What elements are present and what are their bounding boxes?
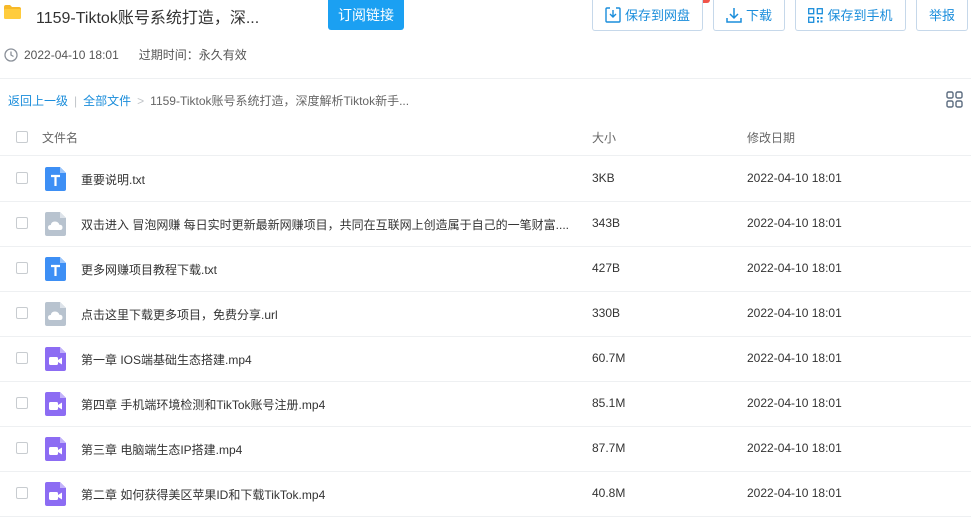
- row-checkbox[interactable]: [16, 397, 28, 409]
- file-name[interactable]: 第四章 手机端环境检测和TikTok账号注册.mp4: [81, 396, 325, 413]
- save-to-cloud-icon: [605, 7, 621, 23]
- row-checkbox[interactable]: [16, 487, 28, 499]
- select-all-checkbox[interactable]: [16, 131, 28, 143]
- breadcrumb-current: 1159-Tiktok账号系统打造，深度解析Tiktok新手...: [150, 94, 410, 108]
- file-size: 427B: [592, 261, 621, 275]
- row-checkbox[interactable]: [16, 442, 28, 454]
- row-checkbox[interactable]: [16, 262, 28, 274]
- file-size: 40.8M: [592, 486, 626, 500]
- file-modified: 2022-04-10 18:01: [747, 441, 842, 455]
- save-to-cloud-button[interactable]: 保存到网盘: [592, 0, 703, 31]
- video-file-icon: [45, 347, 66, 371]
- save-to-phone-button[interactable]: 保存到手机: [795, 0, 906, 31]
- save-to-phone-label: 保存到手机: [827, 7, 893, 23]
- table-row[interactable]: 双击进入 冒泡网赚 每日实时更新最新网赚项目，共同在互联网上创造属于自己的一笔财…: [0, 201, 971, 247]
- file-name[interactable]: 第一章 IOS端基础生态搭建.mp4: [81, 351, 252, 368]
- report-label: 举报: [928, 7, 955, 23]
- grid-view-icon[interactable]: [946, 91, 963, 108]
- page-title: 1159-Tiktok账号系统打造，深...: [36, 10, 260, 27]
- file-size: 343B: [592, 216, 621, 230]
- back-link[interactable]: 返回上一级: [8, 92, 68, 109]
- file-modified: 2022-04-10 18:01: [747, 351, 842, 365]
- header-divider: [0, 78, 971, 79]
- file-size: 3KB: [592, 171, 615, 185]
- save-to-cloud-label: 保存到网盘: [624, 7, 690, 23]
- file-name[interactable]: 第二章 如何获得美区苹果ID和下载TikTok.mp4: [81, 486, 325, 503]
- folder-icon: [4, 5, 21, 19]
- row-checkbox[interactable]: [16, 352, 28, 364]
- video-file-icon: [45, 392, 66, 416]
- table-row[interactable]: 更多网赚项目教程下载.txt 427B 2022-04-10 18:01: [0, 246, 971, 292]
- file-size: 60.7M: [592, 351, 626, 365]
- column-modified[interactable]: 修改日期: [747, 129, 795, 146]
- file-name[interactable]: 点击这里下载更多项目，免费分享.url: [81, 306, 278, 323]
- all-files-link[interactable]: 全部文件: [83, 92, 131, 109]
- text-file-icon: [45, 167, 66, 191]
- file-name[interactable]: 第三章 电脑端生态IP搭建.mp4: [81, 441, 242, 458]
- download-icon: [726, 8, 742, 23]
- table-row[interactable]: 第四章 手机端环境检测和TikTok账号注册.mp4 85.1M 2022-04-1…: [0, 381, 971, 427]
- share-time: 2022-04-10 18:01: [24, 47, 119, 62]
- file-table-header: 文件名 大小 修改日期: [0, 118, 971, 156]
- clock-icon: [4, 47, 18, 62]
- row-checkbox[interactable]: [16, 217, 28, 229]
- table-row[interactable]: 第一章 IOS端基础生态搭建.mp4 60.7M 2022-04-10 18:01: [0, 336, 971, 382]
- file-name[interactable]: 双击进入 冒泡网赚 每日实时更新最新网赚项目，共同在互联网上创造属于自己的一笔财…: [81, 216, 569, 233]
- download-button[interactable]: 下载: [713, 0, 785, 31]
- breadcrumb-separator: >: [137, 93, 145, 108]
- table-row[interactable]: 第二章 如何获得美区苹果ID和下载TikTok.mp4 40.8M 2022-04-…: [0, 471, 971, 517]
- link-file-icon: [45, 212, 66, 236]
- breadcrumb: 返回上一级 | 全部文件 > 1159-Tiktok账号系统打造，深度解析Tik…: [8, 92, 409, 109]
- file-modified: 2022-04-10 18:01: [747, 171, 842, 185]
- breadcrumb-separator: |: [74, 93, 78, 108]
- file-size: 87.7M: [592, 441, 626, 455]
- row-checkbox[interactable]: [16, 307, 28, 319]
- file-modified: 2022-04-10 18:01: [747, 486, 842, 500]
- file-modified: 2022-04-10 18:01: [747, 261, 842, 275]
- video-file-icon: [45, 437, 66, 461]
- file-name[interactable]: 更多网赚项目教程下载.txt: [81, 261, 217, 278]
- subscribe-link-button[interactable]: 订阅链接: [328, 0, 404, 30]
- expire-text: 过期时间：永久有效: [138, 48, 247, 62]
- file-modified: 2022-04-10 18:01: [747, 306, 842, 320]
- video-file-icon: [45, 482, 66, 506]
- file-modified: 2022-04-10 18:01: [747, 216, 842, 230]
- column-size[interactable]: 大小: [592, 129, 616, 146]
- share-meta: 2022-04-10 18:01 过期时间：永久有效: [4, 46, 247, 63]
- file-name[interactable]: 重要说明.txt: [81, 171, 145, 188]
- qr-code-icon: [808, 7, 824, 23]
- text-file-icon: [45, 257, 66, 281]
- column-name[interactable]: 文件名: [42, 129, 78, 146]
- download-label: 下载: [745, 7, 772, 23]
- link-file-icon: [45, 302, 66, 326]
- file-modified: 2022-04-10 18:01: [747, 396, 842, 410]
- report-button[interactable]: 举报: [916, 0, 968, 31]
- table-row[interactable]: 点击这里下载更多项目，免费分享.url 330B 2022-04-10 18:01: [0, 291, 971, 337]
- table-row[interactable]: 重要说明.txt 3KB 2022-04-10 18:01: [0, 156, 971, 202]
- file-size: 85.1M: [592, 396, 626, 410]
- row-checkbox[interactable]: [16, 172, 28, 184]
- file-size: 330B: [592, 306, 621, 320]
- table-row[interactable]: 第三章 电脑端生态IP搭建.mp4 87.7M 2022-04-10 18:01: [0, 426, 971, 472]
